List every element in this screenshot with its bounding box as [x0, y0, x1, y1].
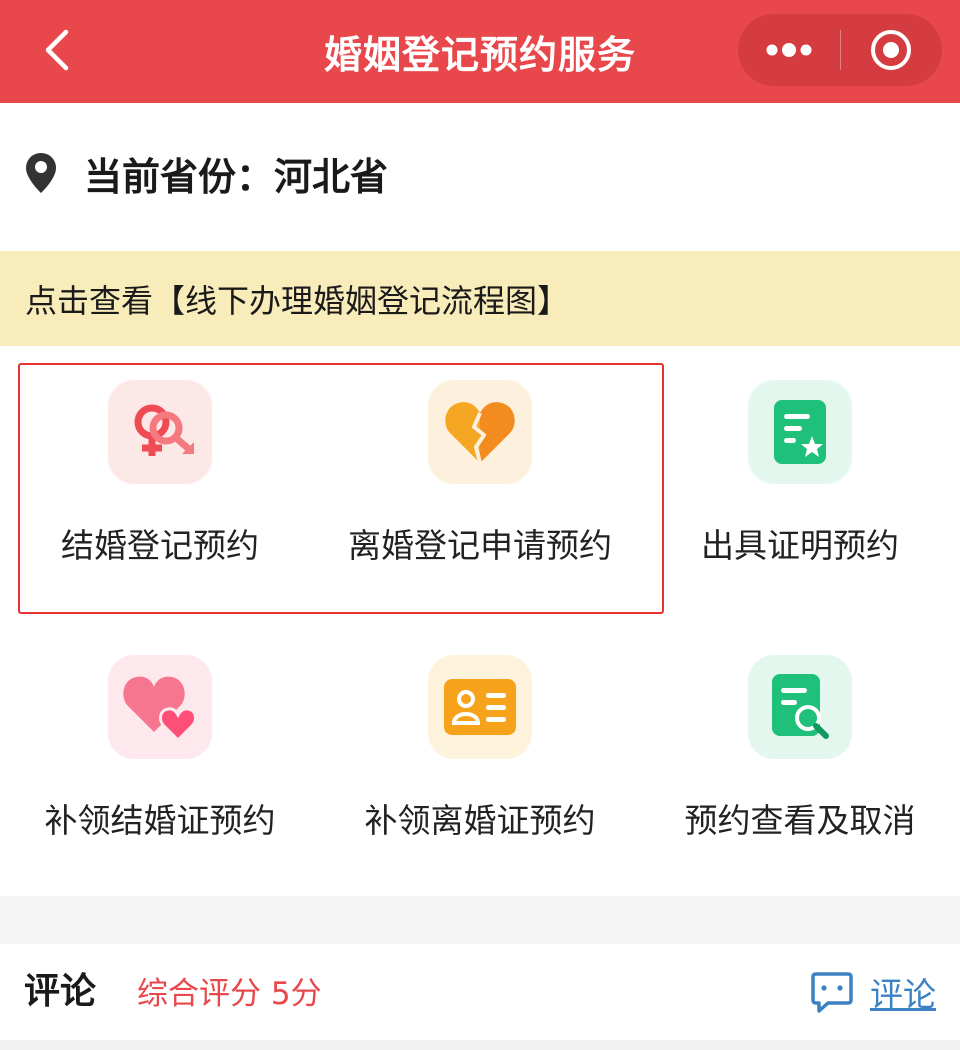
comment-button[interactable]: 评论 [810, 966, 936, 1018]
broken-heart-icon [445, 402, 515, 464]
service-label: 补领离婚证预约 [364, 801, 596, 840]
double-heart-icon [123, 676, 197, 743]
service-label: 离婚登记申请预约 [348, 526, 612, 565]
service-label: 预约查看及取消 [684, 801, 916, 840]
mini-program-capsule [738, 14, 942, 86]
icon-tile [428, 380, 532, 484]
service-certificate-proof[interactable]: 出具证明预约 [640, 346, 960, 621]
service-reissue-divorce-certificate[interactable]: 补领离婚证预约 [320, 621, 640, 896]
more-button[interactable] [738, 14, 840, 86]
comments-title: 评论 [24, 971, 97, 1012]
back-button[interactable] [30, 22, 86, 78]
chat-bubble-icon [811, 972, 853, 1013]
comment-link-label: 评论 [870, 975, 936, 1014]
icon-tile [108, 380, 212, 484]
bottom-divider [0, 1040, 960, 1050]
province-row[interactable]: 当前省份：河北省 [0, 103, 960, 251]
document-search-icon [772, 674, 829, 739]
target-close-icon [871, 30, 912, 70]
certificate-star-icon [774, 400, 826, 464]
icon-tile [748, 380, 852, 484]
current-province-label: 当前省份：河北省 [84, 155, 389, 199]
service-label: 结婚登记预约 [61, 526, 259, 565]
overall-score: 综合评分 5分 [137, 976, 322, 1012]
id-card-icon [444, 679, 516, 735]
service-label: 补领结婚证预约 [44, 801, 276, 840]
service-divorce-registration[interactable]: 离婚登记申请预约 [320, 346, 640, 621]
flowchart-banner[interactable]: 点击查看【线下办理婚姻登记流程图】 [0, 251, 960, 346]
location-pin-icon [26, 153, 56, 193]
service-label: 出具证明预约 [701, 526, 899, 565]
gender-rings-icon [134, 404, 194, 456]
section-divider [0, 896, 960, 944]
title-bar: 婚姻登记预约服务 [0, 0, 960, 103]
service-view-cancel-appointment[interactable]: 预约查看及取消 [640, 621, 960, 896]
service-marriage-registration[interactable]: 结婚登记预约 [0, 346, 320, 621]
more-dots-icon [766, 43, 812, 57]
comments-bar: 评论 综合评分 5分 评论 [0, 944, 960, 1040]
icon-tile [108, 655, 212, 759]
chevron-left-icon [45, 29, 69, 71]
icon-tile [428, 655, 532, 759]
icon-tile [748, 655, 852, 759]
close-button[interactable] [841, 14, 943, 86]
flowchart-banner-text: 点击查看【线下办理婚姻登记流程图】 [25, 281, 570, 320]
service-grid: 结婚登记预约 离婚登记申请预约 出具证明预约 补领结婚证预约 补领离婚证预约 预… [0, 346, 960, 896]
service-reissue-marriage-certificate[interactable]: 补领结婚证预约 [0, 621, 320, 896]
